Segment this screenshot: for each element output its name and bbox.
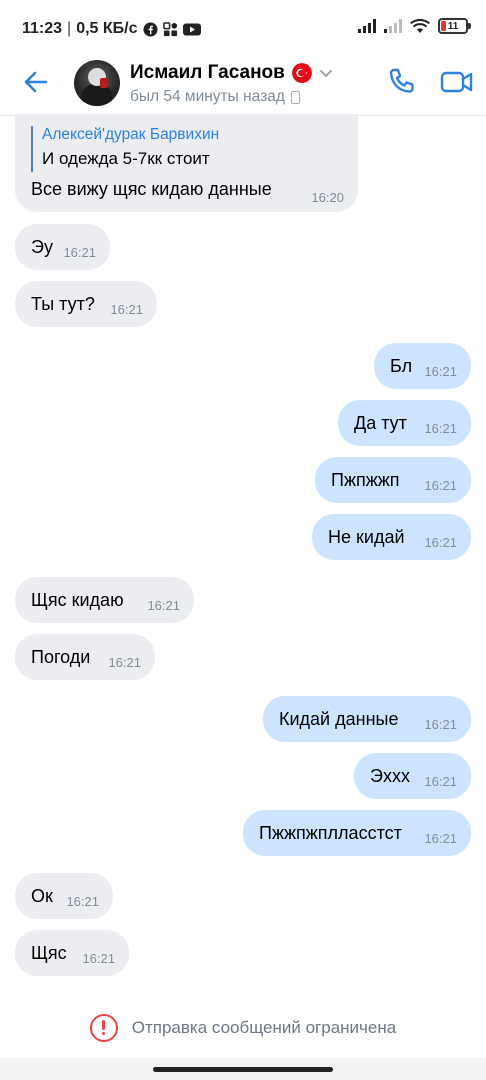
contact-name-row[interactable]: Исмаил Гасанов [130,62,333,84]
message-text: Да тут [354,413,407,433]
video-camera-icon[interactable] [440,66,474,98]
message-text: Ок [31,886,53,906]
quoted-text: И одежда 5-7кк стоит [42,149,210,168]
message-bubble-incoming[interactable]: Погоди 16:21 [15,634,155,680]
mobile-device-icon [290,90,300,104]
message-bubble-outgoing[interactable]: Не кидай 16:21 [312,514,471,560]
message-bubble-outgoing[interactable]: Бл 16:21 [374,343,471,389]
messaging-restricted-notice: Отправка сообщений ограничена [0,1004,486,1052]
message-time: 16:20 [311,190,344,205]
message-text: Бл [390,356,413,376]
message-time: 16:21 [424,831,457,846]
message-bubble-incoming[interactable]: Щяс кидаю 16:21 [15,577,194,623]
message-text: Кидай данные [279,709,399,729]
reply-message-bubble[interactable]: Алексей'дурак Барвихин И одежда 5-7кк ст… [15,114,358,212]
message-bubble-outgoing[interactable]: Эххх 16:21 [354,753,471,799]
clock: 11:23 [22,20,63,37]
home-indicator[interactable] [153,1067,333,1072]
status-right: 11 [358,18,471,34]
message-text: Не кидай [328,527,405,547]
message-time: 16:21 [424,478,457,493]
facebook-icon [142,21,158,37]
message-time: 16:21 [110,302,143,317]
message-bubble-incoming[interactable]: Ты тут? 16:21 [15,281,157,327]
last-seen-status: был 54 минуты назад [130,88,285,105]
battery-fill [441,21,446,31]
grid-app-icon [162,21,177,36]
message-text: Щяс [31,943,67,963]
avatar[interactable] [74,60,120,106]
message-text: Ты тут? [31,294,95,314]
warning-circle-icon [89,1014,118,1042]
status-separator: | [67,20,72,37]
message-time: 16:21 [63,245,96,260]
youtube-icon [182,23,201,35]
chat-header: Исмаил Гасанов был 54 минуты назад [0,58,486,116]
last-seen-row: был 54 минуты назад [130,88,300,106]
message-time: 16:21 [424,535,457,550]
message-text: Пжжпжплласстст [259,823,402,843]
battery-level: 11 [447,20,459,32]
quoted-author[interactable]: Алексей'дурак Барвихин [42,126,219,144]
message-time: 16:21 [424,421,457,436]
battery-icon: 11 [438,18,471,34]
message-time: 16:21 [108,655,141,670]
phone-icon[interactable] [385,66,417,98]
message-bubble-outgoing[interactable]: Пжпжжп 16:21 [315,457,471,503]
net-speed: 0,5 КБ/с [76,20,138,37]
back-arrow-icon[interactable] [20,66,52,98]
message-text: Эххх [370,766,410,786]
message-time: 16:21 [424,364,457,379]
message-bubble-outgoing[interactable]: Да тут 16:21 [338,400,471,446]
message-time: 16:21 [147,598,180,613]
message-bubble-incoming[interactable]: Ок 16:21 [15,873,113,919]
message-bubble-outgoing[interactable]: Кидай данные 16:21 [263,696,471,742]
restriction-text: Отправка сообщений ограничена [131,1018,397,1037]
message-time: 16:21 [66,894,99,909]
quote-bar [31,126,33,172]
message-bubble-incoming[interactable]: Щяс 16:21 [15,930,129,976]
signal-icon [358,19,376,33]
signal-icon [384,19,402,33]
message-bubble-outgoing[interactable]: Пжжпжплласстст 16:21 [243,810,471,856]
turkey-flag-icon [291,63,312,83]
message-text: Щяс кидаю [31,590,124,610]
message-time: 16:21 [82,951,115,966]
message-text: Пжпжжп [331,470,400,490]
message-time: 16:21 [424,717,457,732]
status-bar: 11:23 | 0,5 КБ/с 11 [0,0,486,58]
message-text: Все вижу щяс кидаю данные [31,179,272,199]
chevron-down-icon[interactable] [319,66,333,80]
wifi-icon [410,18,430,33]
status-left: 11:23 | 0,5 КБ/с [22,20,201,38]
message-text: Эу [31,237,53,257]
message-time: 16:21 [424,774,457,789]
avatar-accent [100,78,108,88]
message-text: Погоди [31,647,91,667]
contact-name: Исмаил Гасанов [130,62,285,83]
message-bubble-incoming[interactable]: Эу 16:21 [15,224,110,270]
